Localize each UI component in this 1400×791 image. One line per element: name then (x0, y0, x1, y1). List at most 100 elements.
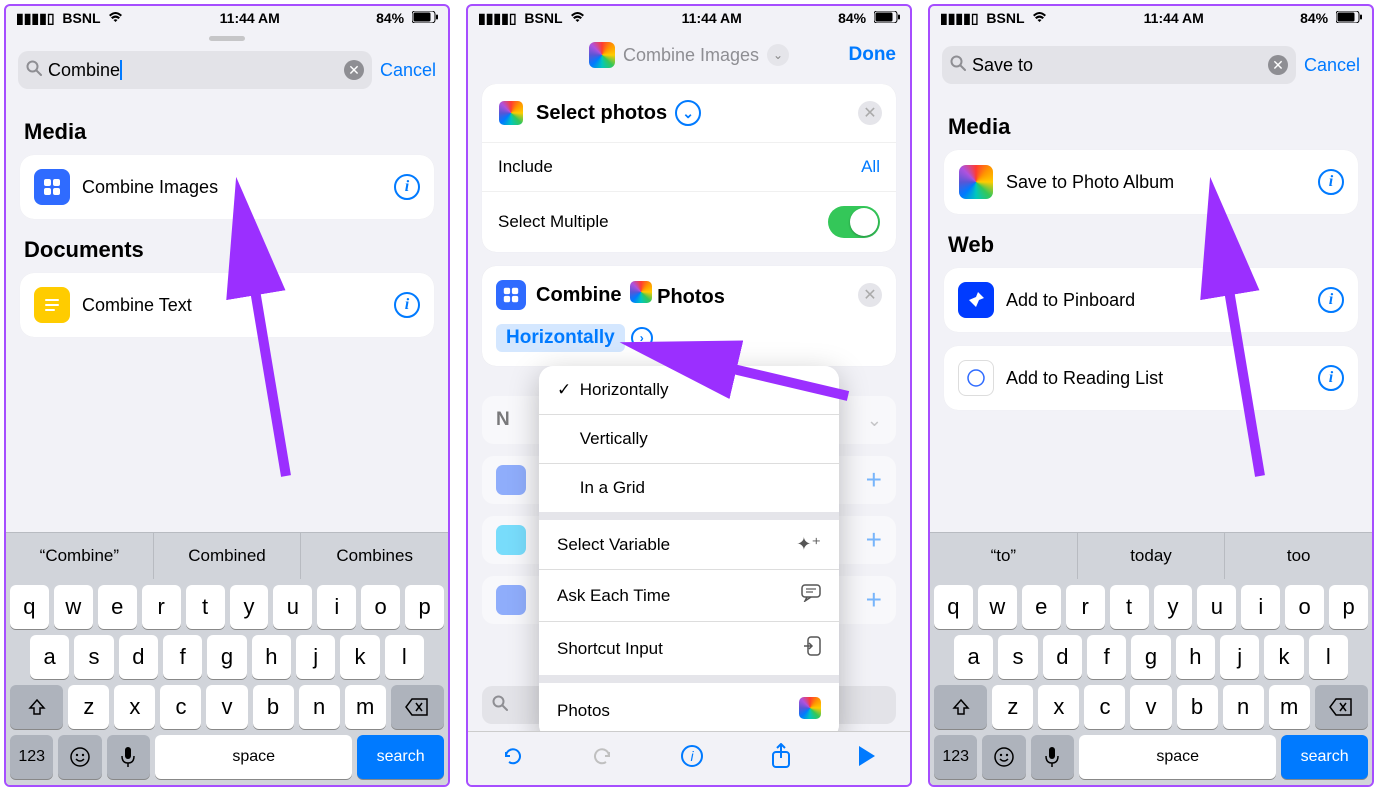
action-combine-text[interactable]: Combine Text i (20, 273, 434, 337)
key-e[interactable]: e (98, 585, 137, 629)
key-n[interactable]: n (1223, 685, 1264, 729)
clear-icon[interactable]: ✕ (1268, 55, 1288, 75)
key-m[interactable]: m (345, 685, 386, 729)
search-field[interactable]: Save to ✕ (942, 46, 1296, 84)
key-h[interactable]: h (1176, 635, 1215, 679)
popup-ask-each-time[interactable]: Ask Each Time (539, 570, 839, 622)
key-l[interactable]: l (385, 635, 424, 679)
photos-input-pill[interactable]: Photos (630, 281, 725, 309)
search-field[interactable]: Combine ✕ (18, 51, 372, 89)
key-123[interactable]: 123 (10, 735, 53, 779)
key-p[interactable]: p (1329, 585, 1368, 629)
key-emoji[interactable] (58, 735, 101, 779)
collapse-icon[interactable]: ⌄ (675, 100, 701, 126)
keyboard[interactable]: “to” today too q w e r t y u i o p a s d… (930, 532, 1372, 785)
key-n[interactable]: n (299, 685, 340, 729)
key-a[interactable]: a (30, 635, 69, 679)
key-emoji[interactable] (982, 735, 1025, 779)
direction-param[interactable]: Horizontally (496, 324, 625, 352)
key-shift[interactable] (934, 685, 987, 729)
key-s[interactable]: s (998, 635, 1037, 679)
key-j[interactable]: j (1220, 635, 1259, 679)
popup-shortcut-input[interactable]: Shortcut Input (539, 622, 839, 683)
info-icon[interactable]: i (680, 744, 704, 774)
key-o[interactable]: o (361, 585, 400, 629)
key-search[interactable]: search (1281, 735, 1368, 779)
key-t[interactable]: t (186, 585, 225, 629)
key-c[interactable]: c (160, 685, 201, 729)
expand-icon[interactable]: › (631, 327, 653, 349)
key-w[interactable]: w (54, 585, 93, 629)
key-i[interactable]: i (1241, 585, 1280, 629)
key-x[interactable]: x (1038, 685, 1079, 729)
key-y[interactable]: y (230, 585, 269, 629)
key-mic[interactable] (107, 735, 150, 779)
remove-action-icon[interactable]: ✕ (858, 101, 882, 125)
select-multiple-toggle[interactable] (828, 206, 880, 238)
key-q[interactable]: q (934, 585, 973, 629)
key-b[interactable]: b (1177, 685, 1218, 729)
keyboard[interactable]: “Combine” Combined Combines q w e r t y … (6, 532, 448, 785)
include-row[interactable]: Include All (482, 142, 896, 191)
suggestion-1[interactable]: “to” (930, 533, 1078, 579)
key-space[interactable]: space (155, 735, 352, 779)
key-o[interactable]: o (1285, 585, 1324, 629)
include-value[interactable]: All (861, 157, 880, 177)
cancel-button[interactable]: Cancel (1304, 55, 1360, 76)
popup-select-variable[interactable]: Select Variable✦⁺ (539, 520, 839, 570)
key-f[interactable]: f (1087, 635, 1126, 679)
key-a[interactable]: a (954, 635, 993, 679)
play-icon[interactable] (857, 745, 877, 773)
action-add-to-reading-list[interactable]: Add to Reading List i (944, 346, 1358, 410)
info-icon[interactable]: i (394, 174, 420, 200)
key-mic[interactable] (1031, 735, 1074, 779)
key-search[interactable]: search (357, 735, 444, 779)
key-d[interactable]: d (119, 635, 158, 679)
popup-horizontally[interactable]: ✓ Horizontally (539, 366, 839, 415)
info-icon[interactable]: i (394, 292, 420, 318)
key-t[interactable]: t (1110, 585, 1149, 629)
key-r[interactable]: r (142, 585, 181, 629)
key-q[interactable]: q (10, 585, 49, 629)
key-space[interactable]: space (1079, 735, 1276, 779)
key-u[interactable]: u (1197, 585, 1236, 629)
shortcut-title[interactable]: Combine Images ⌄ (589, 42, 789, 68)
key-y[interactable]: y (1154, 585, 1193, 629)
popup-grid[interactable]: In a Grid (539, 464, 839, 520)
key-z[interactable]: z (992, 685, 1033, 729)
key-e[interactable]: e (1022, 585, 1061, 629)
action-combine-images[interactable]: Combine Images i (20, 155, 434, 219)
key-r[interactable]: r (1066, 585, 1105, 629)
info-icon[interactable]: i (1318, 365, 1344, 391)
key-u[interactable]: u (273, 585, 312, 629)
action-save-to-photo-album[interactable]: Save to Photo Album i (944, 150, 1358, 214)
key-k[interactable]: k (340, 635, 379, 679)
key-v[interactable]: v (1130, 685, 1171, 729)
undo-icon[interactable] (501, 744, 525, 774)
suggestion-1[interactable]: “Combine” (6, 533, 154, 579)
info-icon[interactable]: i (1318, 287, 1344, 313)
key-m[interactable]: m (1269, 685, 1310, 729)
suggestion-3[interactable]: Combines (301, 533, 448, 579)
remove-action-icon[interactable]: ✕ (858, 283, 882, 307)
key-p[interactable]: p (405, 585, 444, 629)
key-j[interactable]: j (296, 635, 335, 679)
key-x[interactable]: x (114, 685, 155, 729)
key-k[interactable]: k (1264, 635, 1303, 679)
key-g[interactable]: g (207, 635, 246, 679)
key-backspace[interactable] (1315, 685, 1368, 729)
info-icon[interactable]: i (1318, 169, 1344, 195)
key-c[interactable]: c (1084, 685, 1125, 729)
suggestion-2[interactable]: today (1078, 533, 1226, 579)
key-w[interactable]: w (978, 585, 1017, 629)
key-z[interactable]: z (68, 685, 109, 729)
key-h[interactable]: h (252, 635, 291, 679)
key-backspace[interactable] (391, 685, 444, 729)
key-s[interactable]: s (74, 635, 113, 679)
key-b[interactable]: b (253, 685, 294, 729)
key-d[interactable]: d (1043, 635, 1082, 679)
clear-icon[interactable]: ✕ (344, 60, 364, 80)
key-g[interactable]: g (1131, 635, 1170, 679)
share-icon[interactable] (770, 743, 792, 775)
done-button[interactable]: Done (849, 44, 897, 66)
